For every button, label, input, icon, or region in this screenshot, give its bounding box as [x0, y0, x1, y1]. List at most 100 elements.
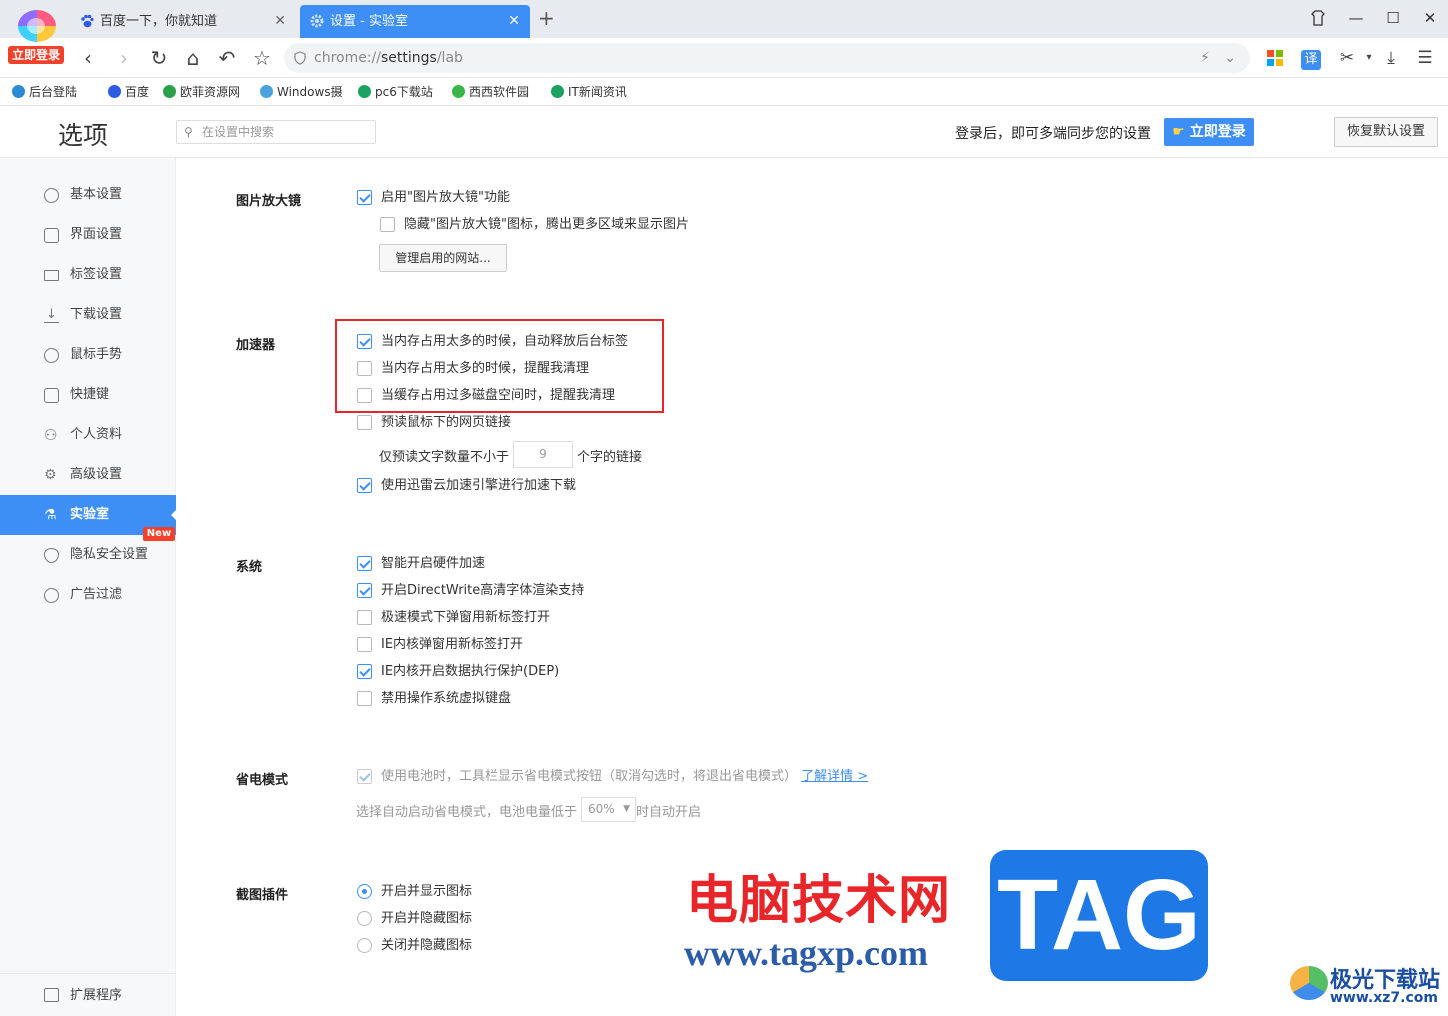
- translate-icon[interactable]: 译: [1299, 44, 1323, 72]
- sidebar-item-profile[interactable]: ⚇ 个人资料: [0, 415, 176, 455]
- preread-links-checkbox[interactable]: 预读鼠标下的网页链接: [357, 414, 511, 432]
- watermark-site-url: www.xz7.com: [1330, 990, 1438, 1006]
- settings-header: 选项 ⚲ 在设置中搜索 登录后，即可多端同步您的设置 ☛ 立即登录 恢复默认设置: [0, 106, 1448, 158]
- screenshot-off-radio[interactable]: 关闭并隐藏图标: [357, 937, 472, 955]
- radio[interactable]: [357, 884, 372, 899]
- bookmark-label: 百度: [125, 85, 150, 99]
- minimize-icon[interactable]: —: [1344, 6, 1368, 30]
- sidebar-item-label: 界面设置: [70, 227, 123, 242]
- lightning-icon[interactable]: ⚡: [1200, 43, 1210, 73]
- radio[interactable]: [357, 938, 372, 953]
- checkbox[interactable]: [357, 478, 372, 493]
- shield-icon: [294, 51, 306, 65]
- maximize-icon[interactable]: ☐: [1381, 6, 1405, 30]
- ie-dep-checkbox[interactable]: IE内核开启数据执行保护(DEP): [357, 663, 559, 681]
- checkbox[interactable]: [357, 664, 372, 679]
- tab-baidu[interactable]: 百度一下，你就知道 ✕: [70, 5, 296, 38]
- window-icon: [44, 228, 59, 243]
- sidebar-item-label: 快捷键: [70, 387, 110, 402]
- close-icon[interactable]: ✕: [274, 5, 286, 38]
- reload-icon[interactable]: ↻: [145, 44, 173, 72]
- address-bar[interactable]: chrome://settings/lab ⚡ ⌄: [284, 43, 1250, 73]
- learn-more-link[interactable]: 了解详情 >: [801, 769, 868, 784]
- close-window-icon[interactable]: ✕: [1418, 6, 1442, 30]
- bookmark-item[interactable]: 欧菲资源网: [163, 78, 243, 106]
- power-button-checkbox[interactable]: 使用电池时，工具栏显示省电模式按钮（取消勾选时，将退出省电模式） 了解详情 >: [357, 768, 868, 786]
- checkbox[interactable]: [357, 190, 372, 205]
- preread-length-input[interactable]: 9: [513, 441, 573, 468]
- flask-icon: ⚗: [44, 507, 57, 523]
- restore-defaults-button[interactable]: 恢复默认设置: [1334, 117, 1438, 147]
- watermark-url: www.tagxp.com: [684, 933, 928, 973]
- ie-popup-tab-checkbox[interactable]: IE内核弹窗用新标签打开: [357, 636, 523, 654]
- checkbox[interactable]: [357, 691, 372, 706]
- sidebar-item-label: 鼠标手势: [70, 347, 123, 362]
- sidebar-item-interface[interactable]: 界面设置: [0, 215, 176, 255]
- speed-popup-tab-checkbox[interactable]: 极速模式下弹窗用新标签打开: [357, 609, 550, 627]
- undo-close-icon[interactable]: ↶: [213, 44, 241, 72]
- chevron-down-icon: ▼: [623, 804, 630, 814]
- sidebar-item-shortcuts[interactable]: 快捷键: [0, 375, 176, 415]
- checkbox[interactable]: [357, 583, 372, 598]
- skin-icon[interactable]: [1306, 6, 1330, 30]
- thunder-accelerate-checkbox[interactable]: 使用迅雷云加速引擎进行加速下载: [357, 477, 576, 495]
- checkbox[interactable]: [357, 415, 372, 430]
- checkbox[interactable]: [357, 637, 372, 652]
- shield-icon: [44, 548, 59, 563]
- disable-virtual-keyboard-checkbox[interactable]: 禁用操作系统虚拟键盘: [357, 690, 511, 708]
- checkbox[interactable]: [357, 769, 372, 784]
- login-button[interactable]: ☛ 立即登录: [1164, 118, 1254, 146]
- site-logo-icon: [1290, 966, 1328, 1000]
- magnifier-hide-icon-checkbox[interactable]: 隐藏"图片放大镜"图标，腾出更多区域来显示图片: [380, 216, 689, 234]
- sidebar-item-advanced[interactable]: ⚙ 高级设置: [0, 455, 176, 495]
- magnifier-enable-checkbox[interactable]: 启用"图片放大镜"功能: [357, 189, 510, 207]
- apps-icon[interactable]: [1263, 44, 1287, 72]
- bookmark-item[interactable]: pc6下载站: [358, 78, 436, 106]
- scissors-dropdown-icon[interactable]: ▾: [1357, 44, 1381, 72]
- menu-icon[interactable]: ☰: [1413, 44, 1437, 72]
- checkbox[interactable]: [357, 556, 372, 571]
- advanced-icon: ⚙: [44, 467, 57, 483]
- manage-sites-button[interactable]: 管理启用的网站...: [379, 244, 507, 272]
- browser-logo[interactable]: 立即登录: [8, 8, 64, 66]
- bookmark-item[interactable]: 百度: [108, 78, 156, 106]
- screenshot-show-radio[interactable]: 开启并显示图标: [357, 883, 472, 901]
- checkbox[interactable]: [380, 217, 395, 232]
- download-icon[interactable]: ⤓: [1379, 44, 1403, 72]
- tab-icon: [44, 270, 59, 281]
- sidebar-item-label: 标签设置: [70, 267, 123, 282]
- new-tab-icon[interactable]: +: [538, 6, 555, 30]
- back-icon[interactable]: ‹: [74, 44, 102, 72]
- sidebar-item-adblock[interactable]: 广告过滤: [0, 575, 176, 615]
- home-icon[interactable]: ⌂: [179, 44, 207, 72]
- section-title-accelerator: 加速器: [236, 338, 276, 353]
- bookmark-item[interactable]: 后台登陆: [12, 78, 92, 106]
- screenshot-hide-radio[interactable]: 开启并隐藏图标: [357, 910, 472, 928]
- battery-threshold-select[interactable]: 60% ▼: [581, 797, 636, 822]
- sidebar-item-download[interactable]: ↓ 下载设置: [0, 295, 176, 335]
- login-badge[interactable]: 立即登录: [8, 46, 64, 64]
- scissors-icon[interactable]: ✂: [1335, 44, 1359, 72]
- sidebar-item-privacy[interactable]: 隐私安全设置: [0, 535, 176, 575]
- bookmark-icon: [551, 85, 564, 98]
- bookmark-label: IT新闻资讯: [568, 85, 627, 99]
- chevron-down-icon[interactable]: ⌄: [1224, 43, 1236, 73]
- bookmark-item[interactable]: 西西软件园: [452, 78, 534, 106]
- sidebar-item-basic[interactable]: 基本设置: [0, 175, 176, 215]
- settings-search-input[interactable]: ⚲ 在设置中搜索: [176, 120, 376, 144]
- directwrite-checkbox[interactable]: 开启DirectWrite高清字体渲染支持: [357, 582, 584, 600]
- sidebar-item-mouse-gesture[interactable]: 鼠标手势: [0, 335, 176, 375]
- hw-accel-checkbox[interactable]: 智能开启硬件加速: [357, 555, 485, 573]
- tab-settings-lab[interactable]: 设置 - 实验室 ✕: [300, 5, 530, 38]
- user-icon: ⚇: [44, 426, 58, 444]
- star-icon[interactable]: ☆: [248, 44, 276, 72]
- tab-bar: 立即登录 百度一下，你就知道 ✕ 设置 - 实验室 ✕ + — ☐ ✕: [0, 0, 1448, 64]
- bookmark-item[interactable]: IT新闻资讯: [551, 78, 635, 106]
- bookmark-item[interactable]: Windows摄: [260, 78, 344, 106]
- radio[interactable]: [357, 911, 372, 926]
- forward-icon[interactable]: ›: [110, 44, 138, 72]
- sidebar-item-extensions[interactable]: 扩展程序: [0, 973, 176, 1016]
- close-icon[interactable]: ✕: [508, 5, 520, 38]
- checkbox[interactable]: [357, 610, 372, 625]
- sidebar-item-tabs[interactable]: 标签设置: [0, 255, 176, 295]
